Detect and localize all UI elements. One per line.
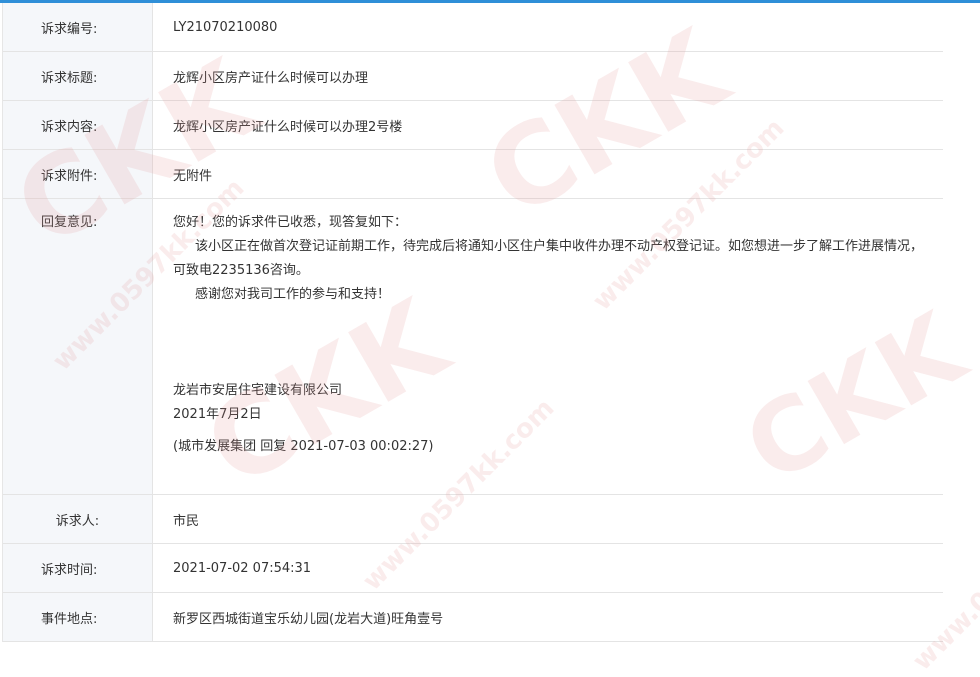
reply-paragraph-1: 该小区正在做首次登记证前期工作，待完成后将通知小区住户集中收件办理不动产权登记证… (173, 239, 924, 278)
reply-note: (城市发展集团 回复 2021-07-03 00:02:27) (173, 439, 434, 454)
petitioner-label: 诉求人: (3, 495, 153, 543)
petition-attachment-value: 无附件 (153, 150, 943, 198)
petition-number-value: LY21070210080 (153, 3, 943, 51)
reply-body: 您好！您的诉求件已收悉，现答复如下： 该小区正在做首次登记证前期工作，待完成后将… (153, 199, 943, 494)
event-location-label: 事件地点: (3, 593, 153, 641)
petition-title-value: 龙辉小区房产证什么时候可以办理 (153, 52, 943, 100)
row-petitioner: 诉求人: 市民 (3, 495, 943, 544)
reply-date: 2021年7月2日 (173, 407, 262, 422)
petition-content-value: 龙辉小区房产证什么时候可以办理2号楼 (153, 101, 943, 149)
petition-content-label: 诉求内容: (3, 101, 153, 149)
row-petition-number: 诉求编号: LY21070210080 (3, 3, 943, 52)
petition-time-value: 2021-07-02 07:54:31 (153, 544, 943, 592)
petition-number-label: 诉求编号: (3, 3, 153, 51)
reply-organization: 龙岩市安居住宅建设有限公司 (173, 383, 343, 398)
reply-spacer (173, 307, 927, 379)
event-location-value: 新罗区西城街道宝乐幼儿园(龙岩大道)旺角壹号 (153, 593, 943, 641)
row-petition-time: 诉求时间: 2021-07-02 07:54:31 (3, 544, 943, 593)
row-petition-content: 诉求内容: 龙辉小区房产证什么时候可以办理2号楼 (3, 101, 943, 150)
row-event-location: 事件地点: 新罗区西城街道宝乐幼儿园(龙岩大道)旺角壹号 (3, 593, 943, 642)
petitioner-value: 市民 (153, 495, 943, 543)
petition-time-label: 诉求时间: (3, 544, 153, 592)
reply-label: 回复意见: (3, 199, 153, 494)
reply-greeting: 您好！您的诉求件已收悉，现答复如下： (173, 215, 408, 230)
petition-title-label: 诉求标题: (3, 52, 153, 100)
petition-attachment-label: 诉求附件: (3, 150, 153, 198)
row-petition-attachment: 诉求附件: 无附件 (3, 150, 943, 199)
row-reply: 回复意见: 您好！您的诉求件已收悉，现答复如下： 该小区正在做首次登记证前期工作… (3, 199, 943, 495)
petition-detail-table: 诉求编号: LY21070210080 诉求标题: 龙辉小区房产证什么时候可以办… (2, 3, 943, 642)
reply-paragraph-2: 感谢您对我司工作的参与和支持！ (195, 287, 391, 302)
row-petition-title: 诉求标题: 龙辉小区房产证什么时候可以办理 (3, 52, 943, 101)
